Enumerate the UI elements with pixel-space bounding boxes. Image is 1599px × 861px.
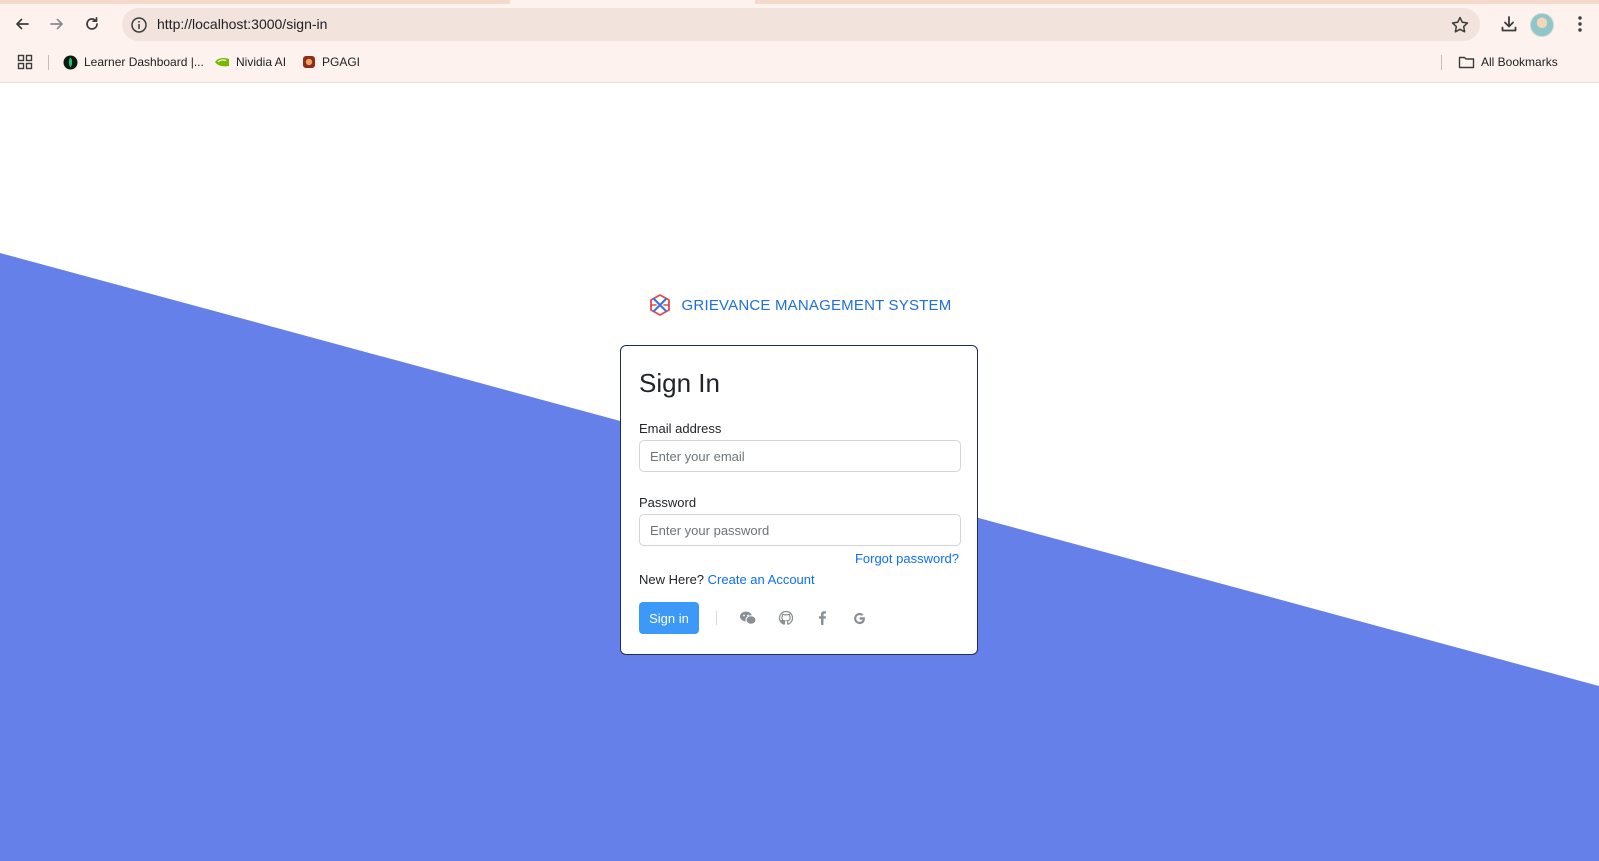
kebab-menu-icon [1578,16,1582,32]
create-account-prompt: New Here? Create an Account [639,572,815,587]
pgagi-icon [303,56,315,68]
wechat-icon [740,611,757,625]
brand-header: GRIEVANCE MANAGEMENT SYSTEM [0,293,1599,317]
reload-button[interactable] [78,10,106,38]
browser-toolbar: http://localhost:3000/sign-in Learner Da… [0,0,1599,83]
password-field[interactable] [639,514,961,546]
facebook-login-button[interactable] [812,608,832,628]
bookmark-pgagi[interactable]: PGAGI [302,52,360,72]
address-bar[interactable]: http://localhost:3000/sign-in [122,8,1480,41]
github-login-button[interactable] [776,608,796,628]
email-label: Email address [639,421,722,436]
bookmark-nvidia-ai[interactable]: Nividia AI [214,52,286,72]
back-button[interactable] [8,10,36,38]
forward-button[interactable] [43,10,71,38]
brand-name: GRIEVANCE MANAGEMENT SYSTEM [681,296,952,314]
browser-menu-button[interactable] [1567,11,1593,37]
wechat-login-button[interactable] [738,608,758,628]
bookmarks-bar: Learner Dashboard |... Nividia AI PGAGI … [0,50,1599,74]
new-here-text: New Here? [639,572,705,587]
bookmark-learner-dashboard[interactable]: Learner Dashboard |... [63,52,204,72]
all-bookmarks-button[interactable]: All Bookmarks [1458,52,1558,72]
arrow-right-icon [50,18,63,30]
sign-in-title: Sign In [639,368,720,398]
bookmark-label: Nividia AI [236,55,287,69]
leaf-icon [63,55,78,69]
arrow-left-icon [16,18,29,30]
bookmarks-divider [1441,55,1442,70]
download-icon [1501,16,1517,32]
sign-in-card: Sign In Email address Password Forgot pa… [620,345,978,655]
facebook-icon [819,611,826,625]
create-account-link[interactable]: Create an Account [708,572,815,587]
all-bookmarks-label: All Bookmarks [1481,55,1558,69]
apps-button[interactable] [17,52,33,72]
reload-icon [86,16,98,30]
google-login-button[interactable] [849,608,869,628]
github-icon [778,610,794,625]
sign-in-button[interactable]: Sign in [639,602,699,634]
google-icon [853,612,865,624]
active-tab[interactable] [510,0,755,4]
bookmark-label: PGAGI [322,55,361,69]
site-info-icon[interactable] [130,16,148,34]
nvidia-icon [215,58,229,67]
downloads-button[interactable] [1496,11,1522,37]
brand-logo-icon [649,294,670,316]
email-field[interactable] [639,440,961,472]
bookmarks-divider [48,55,49,70]
button-divider [716,611,717,625]
tab-strip [0,0,1599,4]
url-text[interactable]: http://localhost:3000/sign-in [157,8,327,41]
apps-grid-icon [17,54,33,70]
password-label: Password [639,495,697,510]
bookmark-label: Learner Dashboard |... [84,55,204,69]
page-content: GRIEVANCE MANAGEMENT SYSTEM Sign In Emai… [0,83,1599,861]
folder-icon [1458,56,1475,69]
forgot-password-link[interactable]: Forgot password? [855,551,959,566]
profile-avatar[interactable] [1530,13,1554,37]
bookmark-star-icon[interactable] [1450,15,1470,35]
